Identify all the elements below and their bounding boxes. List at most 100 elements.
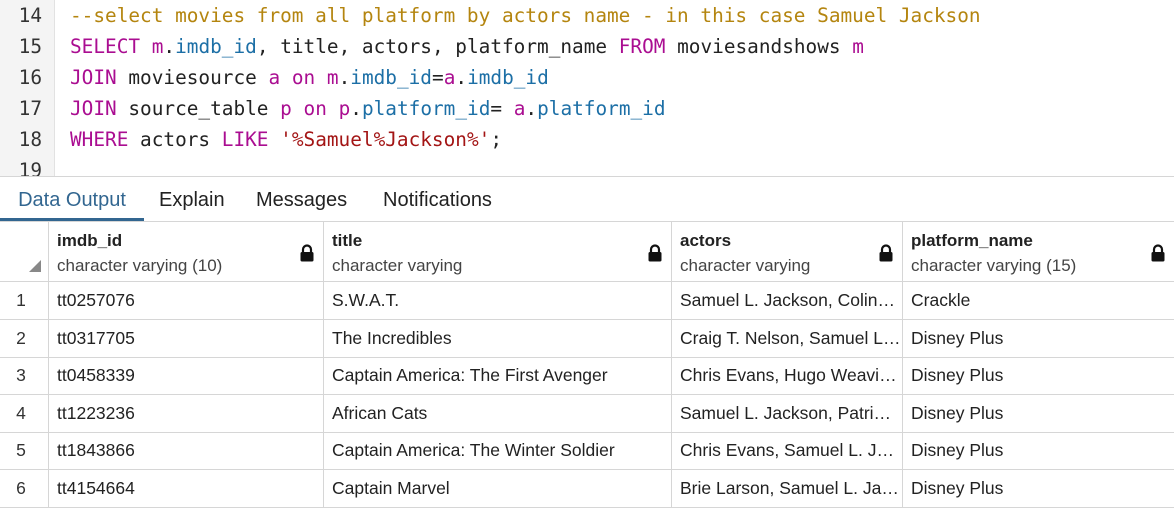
code-text: JOIN moviesource a on m.imdb_id=a.imdb_i… [70, 62, 549, 93]
cell-actors[interactable]: Brie Larson, Samuel L. Ja… [672, 469, 903, 508]
row-number[interactable]: 4 [0, 394, 49, 433]
cell-platform-name[interactable]: Disney Plus [903, 395, 1174, 433]
code-text: JOIN source_table p on p.platform_id= a.… [70, 93, 666, 124]
cell-title[interactable]: The Incredibles [324, 319, 672, 358]
sql-alias: a [268, 66, 281, 89]
sort-corner-icon [29, 260, 41, 272]
column-type: character varying [680, 256, 811, 275]
sql-keyword: LIKE [221, 128, 269, 151]
sql-text: ; [490, 128, 502, 151]
sql-text: source_table [116, 97, 281, 120]
sql-string: '%Samuel%Jackson%' [280, 128, 491, 151]
line-number: 15 [18, 35, 42, 58]
sql-text: moviesource [116, 66, 269, 89]
cell-imdb-id[interactable]: tt0257076 [49, 282, 324, 320]
row-number[interactable]: 5 [0, 432, 49, 470]
row-number[interactable]: 1 [0, 282, 49, 320]
tab-messages[interactable]: Messages [256, 177, 347, 221]
code-text: SELECT m.imdb_id, title, actors, platfor… [70, 31, 864, 62]
sql-text: . [338, 66, 351, 89]
cell-platform-name[interactable]: Disney Plus [903, 470, 1174, 508]
table-row[interactable]: 1 tt0257076 S.W.A.T. Samuel L. Jackson, Col… [0, 282, 1174, 320]
lock-icon [1151, 244, 1165, 262]
row-number[interactable]: 2 [0, 319, 49, 358]
sql-keyword: WHERE [70, 128, 129, 151]
sql-text: actors [128, 128, 222, 151]
column-type: character varying (15) [911, 256, 1077, 275]
sql-comment: --select movies from all platform by act… [70, 4, 981, 27]
cell-actors[interactable]: Chris Evans, Hugo Weavi… [672, 357, 903, 395]
sql-text: . [350, 97, 362, 120]
cell-title[interactable]: Captain America: The First Avenger [324, 357, 672, 395]
cell-title[interactable]: Captain America: The Winter Soldier [324, 432, 672, 470]
cell-title[interactable]: African Cats [324, 394, 672, 433]
row-number[interactable]: 3 [0, 357, 49, 395]
sql-keyword: JOIN [70, 66, 117, 89]
cell-actors[interactable]: Samuel L. Jackson, Patri… [672, 394, 903, 433]
cell-actors[interactable]: Craig T. Nelson, Samuel L… [672, 319, 903, 358]
sql-column: imdb_id [350, 66, 432, 89]
lock-icon [300, 244, 314, 262]
tab-notifications[interactable]: Notifications [383, 177, 492, 221]
line-number: 16 [18, 66, 42, 89]
sql-alias: p [280, 97, 292, 120]
cell-actors[interactable]: Chris Evans, Samuel L. J… [672, 432, 903, 470]
column-name: platform_name [911, 231, 1033, 250]
sql-column: imdb_id [175, 35, 257, 58]
cell-imdb-id[interactable]: tt4154664 [49, 469, 324, 508]
cell-imdb-id[interactable]: tt0458339 [49, 357, 324, 395]
data-output-grid: imdb_id character varying (10) title cha… [0, 222, 1174, 508]
column-type: character varying [332, 256, 463, 275]
column-header-title[interactable]: title character varying [324, 222, 672, 282]
sql-alias: a [513, 97, 526, 120]
sql-text: = [490, 97, 514, 120]
row-number[interactable]: 6 [0, 469, 49, 508]
cell-imdb-id[interactable]: tt1843866 [49, 432, 324, 470]
column-header-platform-name[interactable]: platform_name character varying (15) [903, 222, 1174, 282]
sql-text: , title, actors, platform_name [256, 35, 619, 58]
column-name: actors [680, 231, 732, 250]
cell-imdb-id[interactable]: tt0317705 [49, 319, 324, 358]
sql-text: moviesandshows [665, 35, 853, 58]
column-name: title [332, 231, 363, 250]
sql-alias: p [338, 97, 351, 120]
line-number: 19 [18, 159, 42, 176]
sql-text: = [432, 66, 444, 89]
lock-icon [648, 244, 662, 262]
cell-platform-name[interactable]: Crackle [903, 282, 1174, 320]
table-row[interactable]: 6 tt4154664 Captain Marvel Brie Larson, Sam… [0, 469, 1174, 508]
line-number: 17 [18, 97, 42, 120]
table-row[interactable]: 3 tt0458339 Captain America: The First Ave… [0, 357, 1174, 395]
sql-text: . [525, 97, 538, 120]
cell-title[interactable]: S.W.A.T. [324, 282, 672, 320]
cell-title[interactable]: Captain Marvel [324, 469, 672, 508]
cell-imdb-id[interactable]: tt1223236 [49, 394, 324, 433]
column-name: imdb_id [57, 231, 123, 250]
line-number: 14 [18, 4, 42, 27]
sql-keyword: on [303, 97, 327, 120]
table-row[interactable]: 5 tt1843866 Captain America: The Winter So… [0, 432, 1174, 470]
code-text: WHERE actors LIKE '%Samuel%Jackson%'; [70, 124, 502, 155]
sql-alias: m [852, 35, 864, 58]
line-number: 18 [18, 128, 42, 151]
cell-platform-name[interactable]: Disney Plus [903, 432, 1174, 470]
cell-platform-name[interactable]: Disney Plus [903, 320, 1174, 358]
tab-explain[interactable]: Explain [159, 177, 225, 221]
table-row[interactable]: 2 tt0317705 The Incredibles Craig T. Nelson… [0, 319, 1174, 358]
sql-alias: m [326, 66, 339, 89]
tab-data-output[interactable]: Data Output [0, 177, 144, 221]
table-row[interactable]: 4 tt1223236 African Cats Samuel L. Jackson,… [0, 394, 1174, 433]
sql-column: platform_id [537, 97, 666, 120]
column-header-actors[interactable]: actors character varying [672, 222, 903, 282]
sql-editor[interactable]: 14 --select movies from all platform by a… [0, 0, 1174, 176]
column-header-imdb-id[interactable]: imdb_id character varying (10) [49, 222, 324, 282]
select-all-corner[interactable] [0, 222, 49, 282]
cell-platform-name[interactable]: Disney Plus [903, 357, 1174, 395]
result-tabs: Data Output Explain Messages Notificatio… [0, 176, 1174, 222]
sql-column: imdb_id [467, 66, 549, 89]
cell-actors[interactable]: Samuel L. Jackson, Colin… [672, 282, 903, 320]
sql-keyword: SELECT [70, 35, 141, 58]
